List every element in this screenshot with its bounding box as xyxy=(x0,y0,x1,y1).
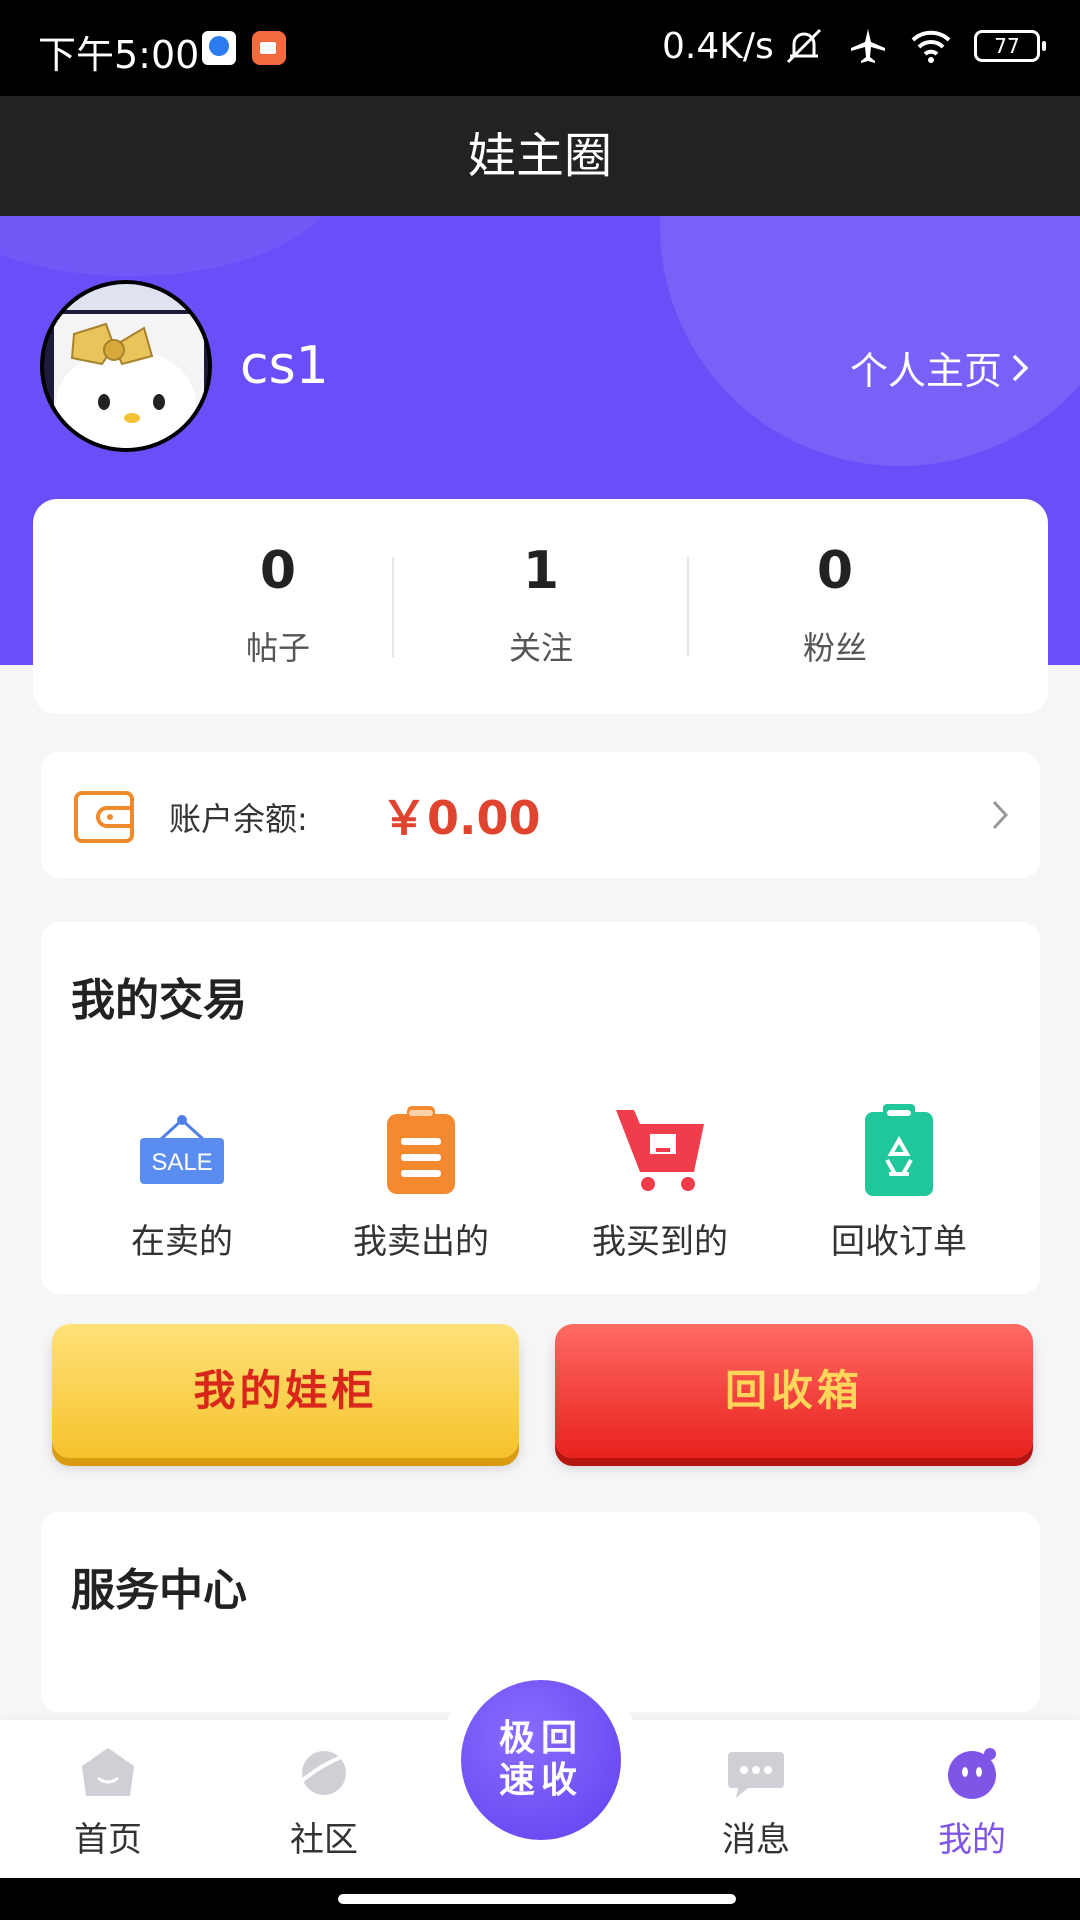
trade-bought[interactable]: 我买到的 xyxy=(550,1100,770,1263)
battery-indicator: 77 xyxy=(974,30,1046,62)
system-nav-bar xyxy=(0,1878,1080,1920)
recycle-box-button[interactable]: 回收箱 xyxy=(555,1324,1033,1458)
quick-recycle-button[interactable]: 极回速收 xyxy=(461,1680,621,1840)
chat-bubble-icon xyxy=(728,1752,784,1798)
my-doll-cabinet-button[interactable]: 我的娃柜 xyxy=(52,1324,519,1458)
trade-sold[interactable]: 我卖出的 xyxy=(311,1100,531,1263)
nav-label: 消息 xyxy=(722,1820,790,1860)
balance-label: 账户余额: xyxy=(169,800,308,838)
page-title: 娃主圈 xyxy=(0,96,1080,216)
video-notification-icon xyxy=(252,31,286,65)
trade-label: 在卖的 xyxy=(131,1222,233,1262)
hello-kitty-avatar-image xyxy=(44,284,208,448)
divider xyxy=(687,557,689,657)
nav-label: 首页 xyxy=(74,1820,142,1860)
stats-card: 0 帖子 1 关注 0 粉丝 xyxy=(33,499,1048,714)
stat-value: 0 xyxy=(816,541,854,601)
recycle-clipboard-icon xyxy=(865,1104,933,1196)
wifi-icon xyxy=(911,30,951,63)
home-gesture-pill[interactable] xyxy=(338,1894,736,1904)
trade-selling[interactable]: SALE 在卖的 xyxy=(72,1100,292,1263)
stat-label: 粉丝 xyxy=(802,629,867,667)
trade-recycle-orders[interactable]: 回收订单 xyxy=(789,1100,1009,1263)
airplane-icon xyxy=(851,29,885,63)
personal-homepage-label: 个人主页 xyxy=(849,349,1002,393)
stat-value: 1 xyxy=(522,541,560,601)
planet-icon xyxy=(296,1751,351,1795)
avatar[interactable] xyxy=(40,280,212,452)
username: cs1 xyxy=(240,336,329,396)
network-speed: 0.4K/s xyxy=(662,26,774,67)
status-time: 下午5:00 xyxy=(38,33,200,77)
mute-bell-icon xyxy=(786,28,822,64)
section-title: 服务中心 xyxy=(71,1565,247,1616)
home-face-icon xyxy=(82,1748,134,1796)
stat-following[interactable]: 1 关注 xyxy=(416,541,666,669)
nav-label: 我的 xyxy=(938,1820,1006,1860)
trade-label: 回收订单 xyxy=(831,1222,967,1262)
balance-value: ￥0.00 xyxy=(381,791,541,845)
stat-posts[interactable]: 0 帖子 xyxy=(153,541,403,669)
svg-text:SALE: SALE xyxy=(151,1149,212,1176)
my-trades-card: 我的交易 SALE 在卖的 我卖出的 我买到的 回收订单 xyxy=(41,922,1040,1294)
section-title: 我的交易 xyxy=(71,975,247,1026)
trade-label: 我买到的 xyxy=(592,1222,728,1262)
stat-followers[interactable]: 0 粉丝 xyxy=(710,541,960,669)
account-balance-row[interactable]: 账户余额: ￥0.00 xyxy=(41,752,1040,878)
sale-sign-icon: SALE xyxy=(140,1115,224,1184)
stat-label: 帖子 xyxy=(245,629,310,667)
nav-label: 社区 xyxy=(290,1820,358,1860)
notification-app-icon xyxy=(202,31,236,65)
trade-label: 我卖出的 xyxy=(353,1222,489,1262)
status-bar: 下午5:00 0.4K/s 77 xyxy=(0,0,1080,96)
stat-label: 关注 xyxy=(508,629,573,667)
profile-face-icon xyxy=(948,1748,996,1799)
decor-blob xyxy=(0,216,340,276)
quick-recycle-label: 极回速收 xyxy=(498,1718,583,1801)
clipboard-icon xyxy=(387,1106,455,1194)
shopping-cart-icon xyxy=(616,1110,704,1191)
personal-homepage-link[interactable]: 个人主页 xyxy=(850,340,1030,395)
nav-home[interactable]: 首页 xyxy=(43,1744,173,1861)
chevron-right-icon xyxy=(1012,354,1029,381)
nav-messages[interactable]: 消息 xyxy=(691,1744,821,1861)
nav-mine[interactable]: 我的 xyxy=(907,1744,1037,1861)
wallet-icon xyxy=(74,791,134,843)
nav-community[interactable]: 社区 xyxy=(259,1744,389,1861)
divider xyxy=(392,557,394,657)
chevron-right-icon xyxy=(992,800,1009,830)
stat-value: 0 xyxy=(259,541,297,601)
